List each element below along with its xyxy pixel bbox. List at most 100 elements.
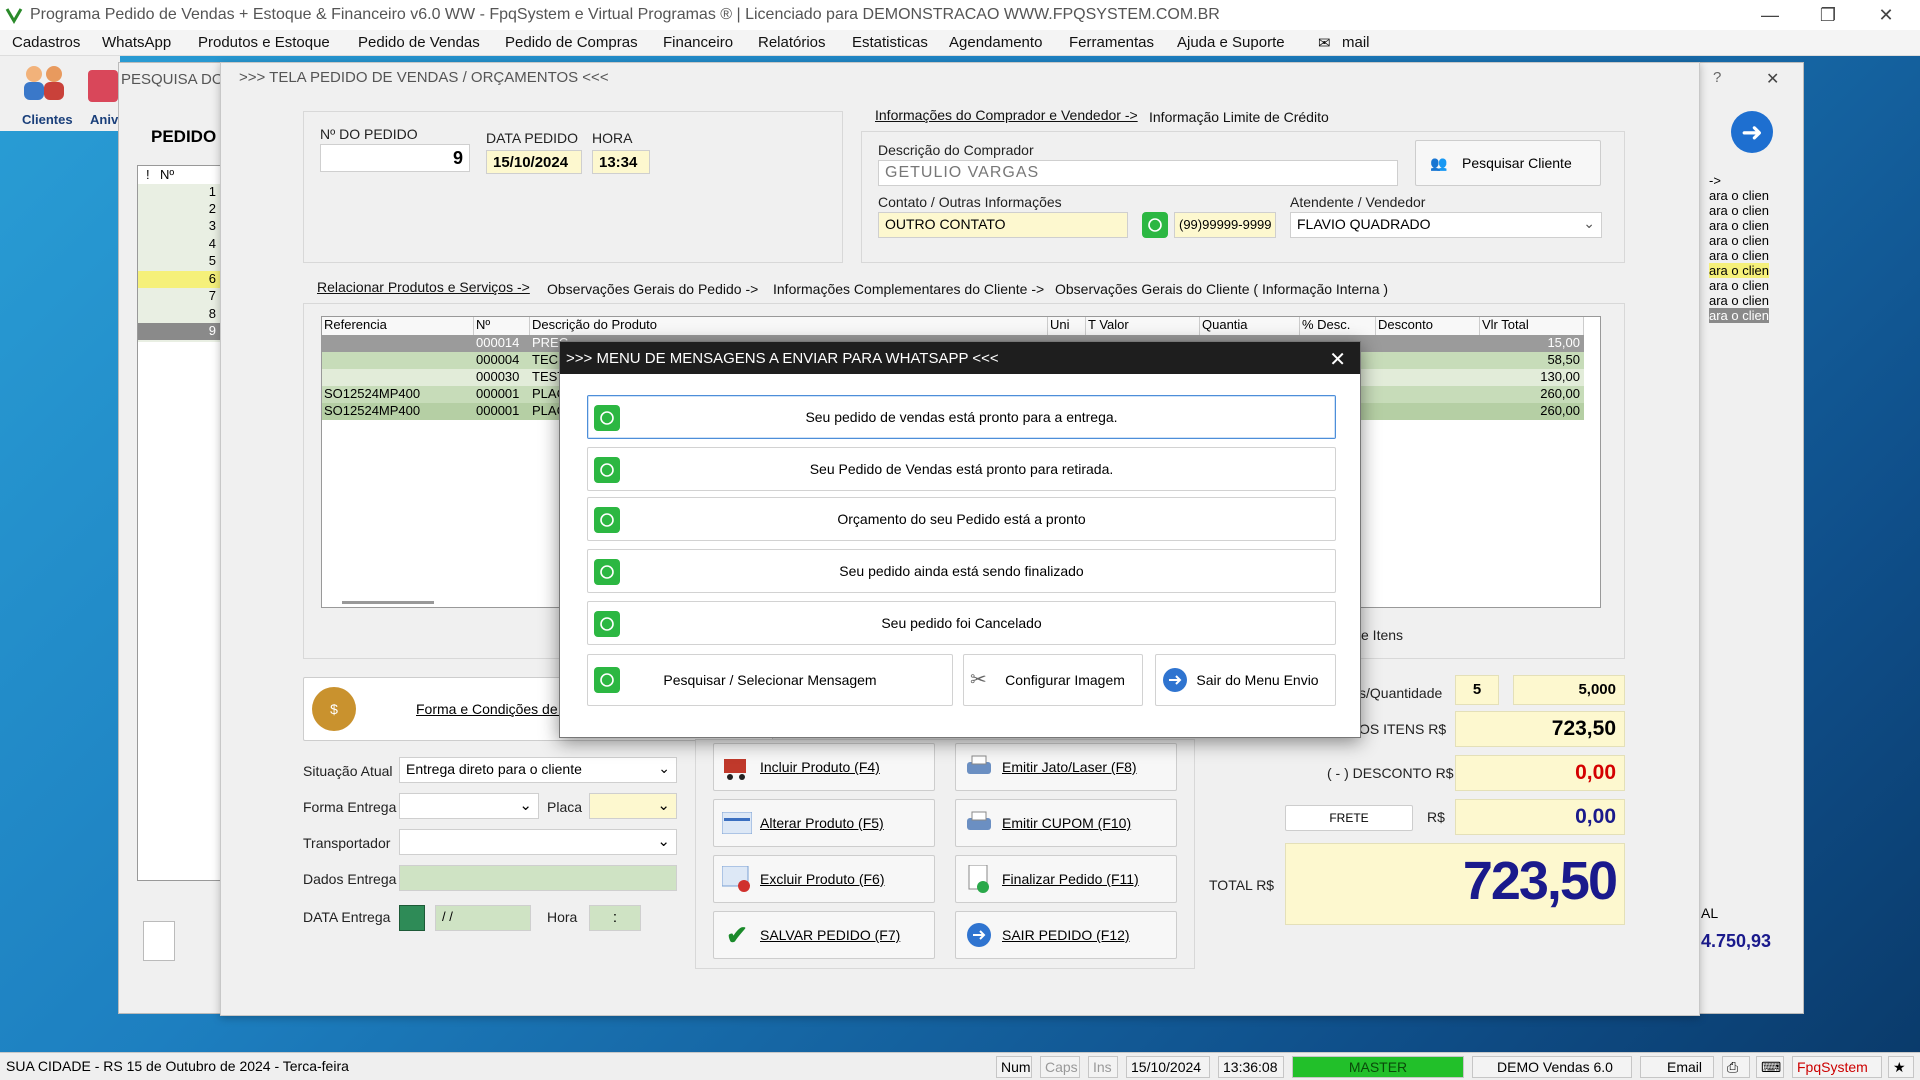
edit-product-button[interactable]: Alterar Produto (F5) — [713, 799, 935, 847]
print-laser-button[interactable]: Emitir Jato/Laser (F8) — [955, 743, 1177, 791]
horizontal-scrollbar[interactable] — [342, 601, 434, 604]
menu-ferramentas[interactable]: Ferramentas — [1069, 34, 1154, 51]
menu-pedido-compras[interactable]: Pedido de Compras — [505, 34, 638, 51]
save-order-button[interactable]: ✔ SALVAR PEDIDO (F7) — [713, 911, 935, 959]
order-date-field[interactable]: 15/10/2024 — [486, 150, 582, 174]
chevron-down-icon: ⌄ — [657, 797, 670, 814]
delivery-time-field[interactable]: : — [589, 905, 641, 931]
configure-image-button[interactable]: ✂ Configurar Imagem — [963, 654, 1143, 706]
payment-conditions-label: Forma e Condições de Pa — [416, 701, 579, 717]
carrier-select[interactable]: ⌄ — [399, 829, 677, 855]
menu-pedido-vendas[interactable]: Pedido de Vendas — [358, 34, 480, 51]
list-item[interactable]: 1 — [209, 184, 216, 199]
message-ready-delivery-button[interactable]: Seu pedido de vendas está pronto para a … — [587, 395, 1336, 439]
print-cupom-button[interactable]: Emitir CUPOM (F10) — [955, 799, 1177, 847]
delivery-method-select[interactable]: ⌄ — [399, 793, 539, 819]
menu-cadastros[interactable]: Cadastros — [12, 34, 80, 51]
list-item[interactable]: 6 — [209, 271, 216, 286]
buyer-panel: Descrição do Comprador GETULIO VARGAS 👥 … — [861, 131, 1625, 263]
list-item: ara o clien — [1709, 293, 1769, 308]
grand-total-label: TOTAL R$ — [1209, 877, 1275, 893]
minimize-button[interactable]: — — [1742, 0, 1798, 30]
tab-observations-order[interactable]: Observações Gerais do Pedido -> — [547, 281, 758, 297]
menu-bar: Cadastros WhatsApp Produtos e Estoque Pe… — [0, 30, 1920, 56]
status-caps: Caps — [1040, 1056, 1080, 1078]
message-cancelled-button[interactable]: Seu pedido foi Cancelado — [587, 601, 1336, 645]
menu-estatisticas[interactable]: Estatisticas — [852, 34, 928, 51]
exit-order-button[interactable]: SAIR PEDIDO (F12) — [955, 911, 1177, 959]
coins-icon: $ — [312, 687, 356, 731]
search-client-button[interactable]: 👥 Pesquisar Cliente — [1415, 140, 1601, 186]
list-item[interactable]: 2 — [209, 201, 216, 216]
menu-financeiro[interactable]: Financeiro — [663, 34, 733, 51]
list-item: ara o clien — [1709, 218, 1769, 233]
menu-mail[interactable]: mail — [1342, 34, 1370, 51]
print-laser-label: Emitir Jato/Laser (F8) — [1002, 759, 1137, 775]
tab-products[interactable]: Relacionar Produtos e Serviços -> — [317, 279, 530, 295]
message-being-finalized-button[interactable]: Seu pedido ainda está sendo finalizado — [587, 549, 1336, 593]
status-brand: FpqSystem — [1792, 1056, 1882, 1078]
menu-produtos-estoque[interactable]: Produtos e Estoque — [198, 34, 330, 51]
exit-menu-button[interactable]: Sair do Menu Envio — [1155, 654, 1336, 706]
calendar-icon[interactable] — [399, 905, 425, 931]
mail-icon[interactable]: ✉ — [1318, 34, 1331, 52]
tab-client-info[interactable]: Informações Complementares do Cliente -> — [773, 281, 1044, 297]
search-message-button[interactable]: Pesquisar / Selecionar Mensagem — [587, 654, 953, 706]
plate-select[interactable]: ⌄ — [589, 793, 677, 819]
keyboard-icon[interactable]: ⌨ — [1756, 1056, 1784, 1078]
toolbar-aniv-label[interactable]: Aniv — [90, 112, 118, 127]
buyer-label: Descrição do Comprador — [878, 142, 1034, 158]
list-item: -> — [1709, 173, 1721, 188]
phone-field[interactable]: (99)99999-9999 — [1174, 212, 1276, 238]
list-item: ara o clien — [1709, 308, 1769, 323]
menu-relatorios[interactable]: Relatórios — [758, 34, 826, 51]
whatsapp-icon[interactable] — [1142, 212, 1168, 238]
list-item[interactable]: 5 — [209, 253, 216, 268]
toolbar-clientes-label[interactable]: Clientes — [22, 112, 73, 127]
birthday-cake-icon[interactable] — [88, 70, 118, 102]
printer-icon[interactable]: ⎙ — [1722, 1056, 1750, 1078]
freight-button[interactable]: FRETE — [1285, 805, 1413, 831]
seller-select[interactable]: FLAVIO QUADRADO ⌄ — [1290, 212, 1602, 238]
arrow-right-icon[interactable]: ➜ — [1731, 111, 1773, 153]
chevron-down-icon: ⌄ — [519, 797, 532, 814]
list-item[interactable]: 9 — [209, 323, 216, 338]
menu-ajuda-suporte[interactable]: Ajuda e Suporte — [1177, 34, 1285, 51]
new-document-icon[interactable] — [143, 921, 175, 961]
help-button[interactable]: ? — [1713, 69, 1721, 86]
status-email[interactable]: Email — [1640, 1056, 1714, 1078]
status-ins: Ins — [1088, 1056, 1118, 1078]
tab-limite-credito[interactable]: Informação Limite de Crédito — [1149, 109, 1329, 125]
status-select[interactable]: Entrega direto para o cliente ⌄ — [399, 757, 677, 783]
list-item[interactable]: 7 — [209, 288, 216, 303]
message-ready-pickup-button[interactable]: Seu Pedido de Vendas está pronto para re… — [587, 447, 1336, 491]
order-list[interactable]: ! Nº 1 2 3 4 5 6 7 8 9 — [137, 165, 221, 881]
message-budget-ready-button[interactable]: Orçamento do seu Pedido está a pronto — [587, 497, 1336, 541]
menu-agendamento[interactable]: Agendamento — [949, 34, 1042, 51]
list-item[interactable]: 3 — [209, 218, 216, 233]
tab-client-observations[interactable]: Observações Gerais do Cliente ( Informaç… — [1055, 281, 1388, 297]
dialog-close-button[interactable]: ✕ — [1329, 347, 1346, 372]
window-close-button[interactable]: ✕ — [1766, 69, 1779, 89]
contact-field[interactable]: OUTRO CONTATO — [878, 212, 1128, 238]
delete-product-button[interactable]: Excluir Produto (F6) — [713, 855, 935, 903]
clientes-icon[interactable] — [14, 62, 76, 102]
list-row-selected — [138, 323, 220, 340]
delivery-data-field[interactable] — [399, 865, 677, 891]
finish-order-button[interactable]: Finalizar Pedido (F11) — [955, 855, 1177, 903]
list-item[interactable]: 4 — [209, 236, 216, 251]
tab-comprador-vendedor[interactable]: Informações do Comprador e Vendedor -> — [875, 107, 1138, 123]
buyer-field[interactable]: GETULIO VARGAS — [878, 160, 1398, 186]
menu-whatsapp[interactable]: WhatsApp — [102, 34, 171, 51]
cell-ref: SO12524MP400 — [324, 386, 421, 401]
delivery-date-field[interactable]: / / — [435, 905, 531, 931]
status-location: SUA CIDADE - RS 15 de Outubro de 2024 - … — [6, 1058, 349, 1074]
close-button[interactable]: ✕ — [1858, 0, 1914, 30]
order-time-field[interactable]: 13:34 — [592, 150, 650, 174]
order-number-field[interactable]: 9 — [320, 144, 470, 172]
list-item[interactable]: 8 — [209, 306, 216, 321]
app-title: Programa Pedido de Vendas + Estoque & Fi… — [30, 6, 1220, 23]
include-product-button[interactable]: Incluir Produto (F4) — [713, 743, 935, 791]
discount-value: 0,00 — [1455, 755, 1625, 791]
maximize-button[interactable]: ❐ — [1800, 0, 1856, 30]
